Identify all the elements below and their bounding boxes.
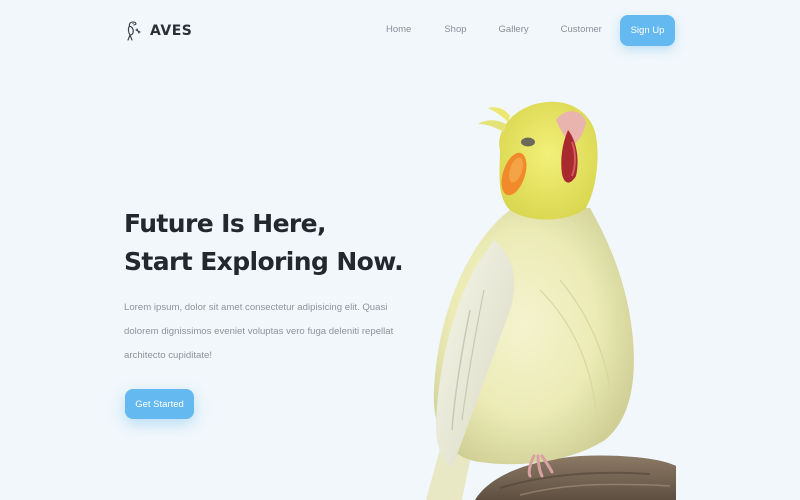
hero-title: Future Is Here, Start Exploring Now. xyxy=(124,205,424,281)
nav-link-gallery[interactable]: Gallery xyxy=(499,24,529,35)
nav-link-shop[interactable]: Shop xyxy=(444,24,466,35)
cockatiel-bird-image xyxy=(426,101,676,500)
nav-link-customer[interactable]: Customer xyxy=(561,24,602,35)
hero-title-line-2: Start Exploring Now. xyxy=(124,247,404,276)
top-navbar: AVES Home Shop Gallery Customer Sign Up xyxy=(0,0,800,62)
main-menu: Home Shop Gallery Customer xyxy=(386,24,602,35)
brand[interactable]: AVES xyxy=(124,19,192,43)
sign-up-button[interactable]: Sign Up xyxy=(620,15,675,46)
hero-title-line-1: Future Is Here, xyxy=(124,209,327,238)
nav-link-home[interactable]: Home xyxy=(386,24,411,35)
get-started-button[interactable]: Get Started xyxy=(125,389,194,419)
brand-name: AVES xyxy=(150,23,193,39)
hero-description: Lorem ipsum, dolor sit amet consectetur … xyxy=(124,302,394,361)
bird-logo-icon xyxy=(127,21,141,41)
